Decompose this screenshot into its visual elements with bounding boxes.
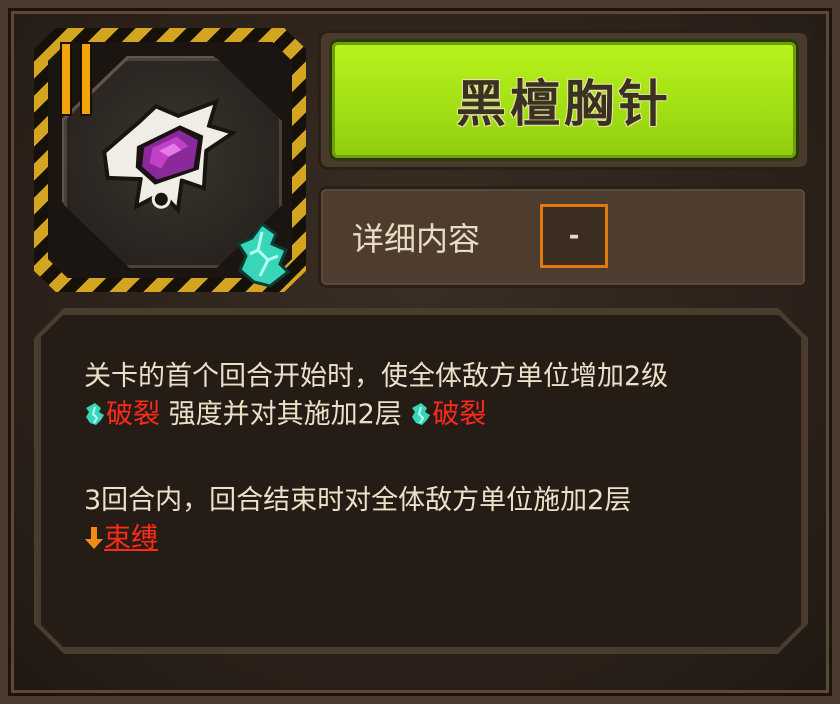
description-line: 关卡的首个回合开始时，使全体敌方单位增加2级 [84,360,668,394]
keyword-bind[interactable]: 束缚 [104,523,158,554]
description-line: 破裂 强度并对其施加2层 破裂 [84,398,486,432]
brooch-icon [102,98,238,215]
description-line: 束缚 [84,522,158,556]
description-line: 3回合内，回合结束时对全体敌方单位施加2层 [84,484,631,518]
detail-toggle-button[interactable]: - [540,204,608,268]
description-text: 关卡的首个回合开始时，使全体敌方单位增加2级 [84,361,669,392]
crack-crystal-icon [235,221,291,288]
keyword-crack[interactable]: 破裂 [432,399,486,430]
keyword-crack[interactable]: 破裂 [106,399,160,430]
down-arrow-bind-icon [85,527,103,549]
detail-label: 详细内容 [352,220,481,258]
crack-keyword-icon [412,403,431,425]
description-text: 3回合内，回合结束时对全体敌方单位施加2层 [84,485,632,516]
item-name-banner: 黑檀胸针 [332,42,796,158]
detail-toggle-value: - [568,221,580,251]
description-text: 强度并对其施加2层 [168,399,402,430]
crack-keyword-icon [86,403,104,425]
item-name: 黑檀胸针 [456,75,672,133]
